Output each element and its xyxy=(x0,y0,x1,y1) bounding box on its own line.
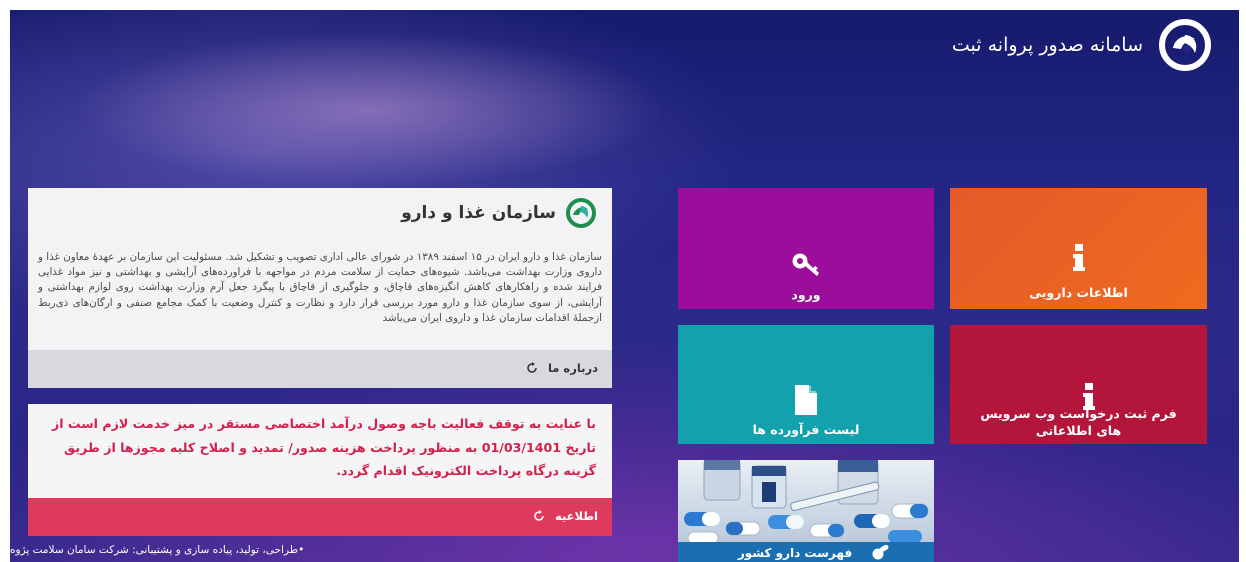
page-background: سامانه صدور پروانه ثبت اطلاعات دارویی ور… xyxy=(10,10,1239,562)
tile-drug-info-label: اطلاعات دارویی xyxy=(1029,285,1128,300)
refresh-icon xyxy=(527,362,537,373)
info-icon xyxy=(1072,244,1085,271)
notice-label: اطلاعیه xyxy=(554,509,598,523)
about-description: سازمان غذا و دارو ایران در ۱۵ اسفند ۱۳۸۹… xyxy=(38,251,603,324)
tile-drug-info[interactable]: اطلاعات دارویی xyxy=(950,188,1207,309)
tile-login[interactable]: ورود xyxy=(678,188,934,309)
notice-link[interactable]: اطلاعیه xyxy=(533,509,598,523)
about-card-header: سازمان غذا و دارو xyxy=(401,196,598,230)
document-icon xyxy=(795,385,817,415)
fda-logo-icon xyxy=(1159,19,1211,71)
pharmaceutical-photo xyxy=(678,460,934,546)
tile-country-drug-list[interactable]: فهرست دارو کشور xyxy=(678,460,934,562)
tile-product-list-label: لیست فرآورده ها xyxy=(752,422,860,437)
about-us-link[interactable]: درباره ما xyxy=(526,361,598,375)
tile-login-label: ورود xyxy=(791,287,821,302)
key-icon xyxy=(792,253,819,276)
tile-webservice-request[interactable]: فرم ثبت درخواست وب سرویس های اطلاعاتی xyxy=(950,325,1207,444)
refresh-icon xyxy=(534,510,544,521)
about-title: سازمان غذا و دارو xyxy=(401,203,556,223)
site-title: سامانه صدور پروانه ثبت xyxy=(951,34,1143,56)
notice-footer-bar: اطلاعیه xyxy=(28,498,612,536)
tile-webservice-label: فرم ثبت درخواست وب سرویس های اطلاعاتی xyxy=(980,406,1177,438)
footer-credit: •طراحی، تولید، پیاده سازی و پشتیبانی: شر… xyxy=(10,544,305,556)
pills-icon xyxy=(872,545,889,560)
about-us-label: درباره ما xyxy=(547,361,598,375)
tile-country-drug-list-bar: فهرست دارو کشور xyxy=(678,542,934,562)
notice-card: با عنایت به توقف فعالیت باجه وصول درآمد … xyxy=(28,404,612,536)
about-card: سازمان غذا و دارو سازمان غذا و دارو ایرا… xyxy=(28,188,612,388)
notice-text: با عنایت به توقف فعالیت باجه وصول درآمد … xyxy=(51,416,596,478)
site-header-brand[interactable]: سامانه صدور پروانه ثبت xyxy=(952,10,1213,80)
tile-product-list[interactable]: لیست فرآورده ها xyxy=(678,325,934,444)
about-footer-bar: درباره ما xyxy=(28,350,612,388)
fda-logo-icon xyxy=(566,198,596,228)
